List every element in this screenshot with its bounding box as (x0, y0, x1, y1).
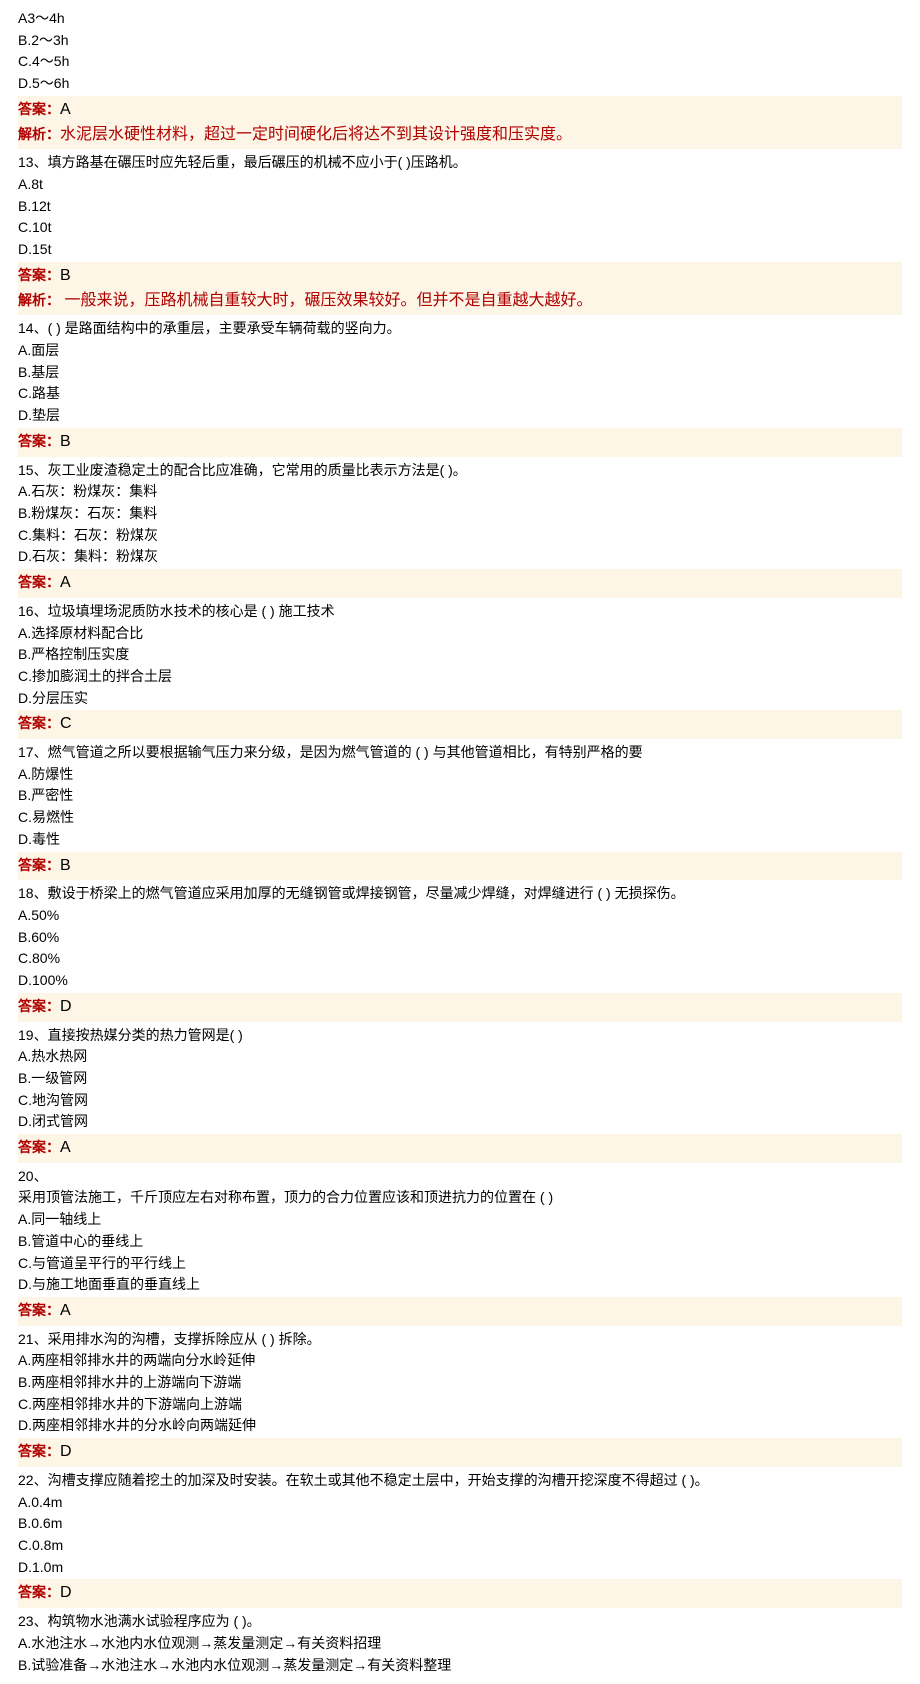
answer-label: 答案： (18, 715, 60, 731)
q12-option-c: C.4～5h (18, 51, 902, 73)
q19-answer-bar: 答案：A (18, 1134, 902, 1163)
q21-answer: D (60, 1443, 72, 1460)
q17-answer-bar: 答案：B (18, 852, 902, 881)
explain-label: 解析： (18, 126, 60, 142)
q19-option-d: D.闭式管网 (18, 1111, 902, 1133)
q22-option-a: A.0.4m (18, 1492, 902, 1514)
q16-option-a: A.选择原材料配合比 (18, 623, 902, 645)
q20-option-c: C.与管道呈平行的平行线上 (18, 1253, 902, 1275)
q16-option-b: B.严格控制压实度 (18, 644, 902, 666)
answer-label: 答案： (18, 101, 60, 117)
q12-explain: 水泥层水硬性材料，超过一定时间硬化后将达不到其设计强度和压实度。 (60, 126, 572, 143)
q15-answer-bar: 答案：A (18, 569, 902, 598)
q12-answer: A (60, 101, 71, 118)
q15-option-c: C.集料：石灰：粉煤灰 (18, 525, 902, 547)
q17-stem: 17、燃气管道之所以要根据输气压力来分级，是因为燃气管道的 ( ) 与其他管道相… (18, 742, 902, 764)
q22-answer: D (60, 1584, 72, 1601)
q16-option-c: C.掺加膨润土的拌合土层 (18, 666, 902, 688)
q14-answer: B (60, 433, 71, 450)
q19-answer: A (60, 1139, 71, 1156)
q18-option-b: B.60% (18, 927, 902, 949)
q22-answer-bar: 答案：D (18, 1579, 902, 1608)
q12-option-a: A3～4h (18, 8, 902, 30)
q22-option-b: B.0.6m (18, 1513, 902, 1535)
answer-label: 答案： (18, 433, 60, 449)
explain-label: 解析： (18, 292, 60, 308)
q14-stem: 14、( ) 是路面结构中的承重层，主要承受车辆荷载的竖向力。 (18, 318, 902, 340)
q15-option-b: B.粉煤灰：石灰：集料 (18, 503, 902, 525)
answer-label: 答案： (18, 998, 60, 1014)
answer-label: 答案： (18, 1302, 60, 1318)
q21-answer-bar: 答案：D (18, 1438, 902, 1467)
q14-answer-bar: 答案：B (18, 428, 902, 457)
q16-stem: 16、垃圾填埋场泥质防水技术的核心是 ( ) 施工技术 (18, 601, 902, 623)
q22-option-c: C.0.8m (18, 1535, 902, 1557)
q15-answer: A (60, 574, 71, 591)
q13-answer-bar: 答案：B 解析： 一般来说，压路机械自重较大时，碾压效果较好。但并不是自重越大越… (18, 262, 902, 316)
q21-option-c: C.两座相邻排水井的下游端向上游端 (18, 1394, 902, 1416)
q18-answer-bar: 答案：D (18, 993, 902, 1022)
answer-label: 答案： (18, 574, 60, 590)
q20-option-a: A.同一轴线上 (18, 1209, 902, 1231)
q15-option-a: A.石灰：粉煤灰：集料 (18, 481, 902, 503)
q21-option-b: B.两座相邻排水井的上游端向下游端 (18, 1372, 902, 1394)
q20-num: 20、 (18, 1166, 902, 1188)
q15-option-d: D.石灰：集料：粉煤灰 (18, 546, 902, 568)
q17-option-b: B.严密性 (18, 785, 902, 807)
q21-option-a: A.两座相邻排水井的两端向分水岭延伸 (18, 1350, 902, 1372)
q14-option-a: A.面层 (18, 340, 902, 362)
q16-answer: C (60, 715, 72, 732)
q19-stem: 19、直接按热媒分类的热力管网是( ) (18, 1025, 902, 1047)
q14-option-b: B.基层 (18, 362, 902, 384)
q13-stem: 13、填方路基在碾压时应先轻后重，最后碾压的机械不应小于( )压路机。 (18, 152, 902, 174)
q13-option-c: C.10t (18, 217, 902, 239)
q19-option-a: A.热水热网 (18, 1046, 902, 1068)
q19-option-b: B.一级管网 (18, 1068, 902, 1090)
q22-option-d: D.1.0m (18, 1557, 902, 1579)
q14-option-c: C.路基 (18, 383, 902, 405)
q20-answer: A (60, 1302, 71, 1319)
answer-label: 答案： (18, 1443, 60, 1459)
q18-option-a: A.50% (18, 905, 902, 927)
q12-option-d: D.5～6h (18, 73, 902, 95)
q23-option-a: A.水池注水→水池内水位观测→蒸发量测定→有关资料招理 (18, 1633, 902, 1655)
q22-stem: 22、沟槽支撑应随着挖土的加深及时安装。在软土或其他不稳定土层中，开始支撑的沟槽… (18, 1470, 902, 1492)
q17-option-c: C.易燃性 (18, 807, 902, 829)
q13-explain: 一般来说，压路机械自重较大时，碾压效果较好。但并不是自重越大越好。 (60, 292, 592, 309)
q19-option-c: C.地沟管网 (18, 1090, 902, 1112)
q20-option-b: B.管道中心的垂线上 (18, 1231, 902, 1253)
q23-stem: 23、构筑物水池满水试验程序应为 ( )。 (18, 1611, 902, 1633)
q13-option-d: D.15t (18, 239, 902, 261)
answer-label: 答案： (18, 1584, 60, 1600)
q13-option-b: B.12t (18, 196, 902, 218)
q23-option-b: B.试验准备→水池注水→水池内水位观测→蒸发量测定→有关资料整理 (18, 1655, 902, 1677)
q17-option-a: A.防爆性 (18, 764, 902, 786)
q12-option-b: B.2～3h (18, 30, 902, 52)
answer-label: 答案： (18, 857, 60, 873)
answer-label: 答案： (18, 267, 60, 283)
q21-option-d: D.两座相邻排水井的分水岭向两端延伸 (18, 1415, 902, 1437)
q16-answer-bar: 答案：C (18, 710, 902, 739)
q17-answer: B (60, 857, 71, 874)
q20-stem: 采用顶管法施工，千斤顶应左右对称布置，顶力的合力位置应该和顶进抗力的位置在 ( … (18, 1187, 902, 1209)
q14-option-d: D.垫层 (18, 405, 902, 427)
q17-option-d: D.毒性 (18, 829, 902, 851)
q13-answer: B (60, 267, 71, 284)
answer-label: 答案： (18, 1139, 60, 1155)
q21-stem: 21、采用排水沟的沟槽，支撑拆除应从 ( ) 拆除。 (18, 1329, 902, 1351)
q18-answer: D (60, 998, 72, 1015)
q20-answer-bar: 答案：A (18, 1297, 902, 1326)
q18-option-d: D.100% (18, 970, 902, 992)
q12-answer-bar: 答案：A 解析：水泥层水硬性材料，超过一定时间硬化后将达不到其设计强度和压实度。 (18, 96, 902, 150)
q13-option-a: A.8t (18, 174, 902, 196)
q18-stem: 18、敷设于桥梁上的燃气管道应采用加厚的无缝钢管或焊接钢管，尽量减少焊缝，对焊缝… (18, 883, 902, 905)
q16-option-d: D.分层压实 (18, 688, 902, 710)
q20-option-d: D.与施工地面垂直的垂直线上 (18, 1274, 902, 1296)
q15-stem: 15、灰工业废渣稳定土的配合比应准确，它常用的质量比表示方法是( )。 (18, 460, 902, 482)
q18-option-c: C.80% (18, 948, 902, 970)
